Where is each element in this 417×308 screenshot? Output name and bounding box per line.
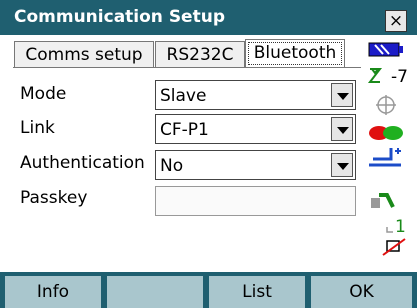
softkey-label: Info <box>36 282 70 302</box>
chevron-down-icon[interactable] <box>331 83 353 107</box>
counter-value: 1 <box>395 217 406 237</box>
status-icons: -7 1 <box>367 42 408 256</box>
tilt-icon <box>367 68 383 83</box>
tab-rs232c[interactable]: RS232C <box>155 41 245 68</box>
passkey-input[interactable] <box>155 186 356 216</box>
window-title: Communication Setup <box>14 7 225 27</box>
chevron-down-icon[interactable] <box>331 117 353 141</box>
tab-comms-setup[interactable]: Comms setup <box>14 41 154 68</box>
softkey-label: List <box>242 282 272 302</box>
close-button[interactable]: × <box>385 10 407 32</box>
link-value: CF-P1 <box>160 120 209 140</box>
mode-value: Slave <box>160 86 207 106</box>
signal-icon <box>369 126 403 140</box>
tab-label: Bluetooth <box>253 43 337 63</box>
title-bar: Communication Setup × <box>0 0 417 35</box>
list-button[interactable]: List <box>209 276 305 308</box>
target-icon <box>376 95 396 115</box>
settings-panel <box>13 35 361 259</box>
link-select[interactable]: CF-P1 <box>155 114 356 144</box>
passkey-label: Passkey <box>20 188 88 208</box>
softkey-label: OK <box>349 282 374 302</box>
tab-label: Comms setup <box>25 45 143 65</box>
status-bar: -7 1 <box>361 35 417 259</box>
prism-icon <box>369 148 401 167</box>
counter-icon <box>386 227 393 233</box>
softkey-2-button[interactable] <box>107 276 203 308</box>
ok-button[interactable]: OK <box>311 276 412 308</box>
instrument-icon <box>371 193 395 208</box>
authentication-value: No <box>160 156 184 176</box>
memory-icon <box>382 238 406 256</box>
authentication-select[interactable]: No <box>155 150 356 180</box>
separator <box>0 259 417 272</box>
chevron-down-icon[interactable] <box>331 153 353 177</box>
battery-icon <box>368 42 403 57</box>
tab-divider <box>13 67 361 68</box>
link-label: Link <box>20 118 55 138</box>
tilt-value: -7 <box>391 67 408 87</box>
mode-select[interactable]: Slave <box>155 80 356 110</box>
authentication-label: Authentication <box>20 153 145 173</box>
info-button[interactable]: Info <box>5 276 101 308</box>
mode-label: Mode <box>20 84 67 104</box>
tab-label: RS232C <box>166 45 234 65</box>
tab-bluetooth[interactable]: Bluetooth <box>245 39 345 68</box>
